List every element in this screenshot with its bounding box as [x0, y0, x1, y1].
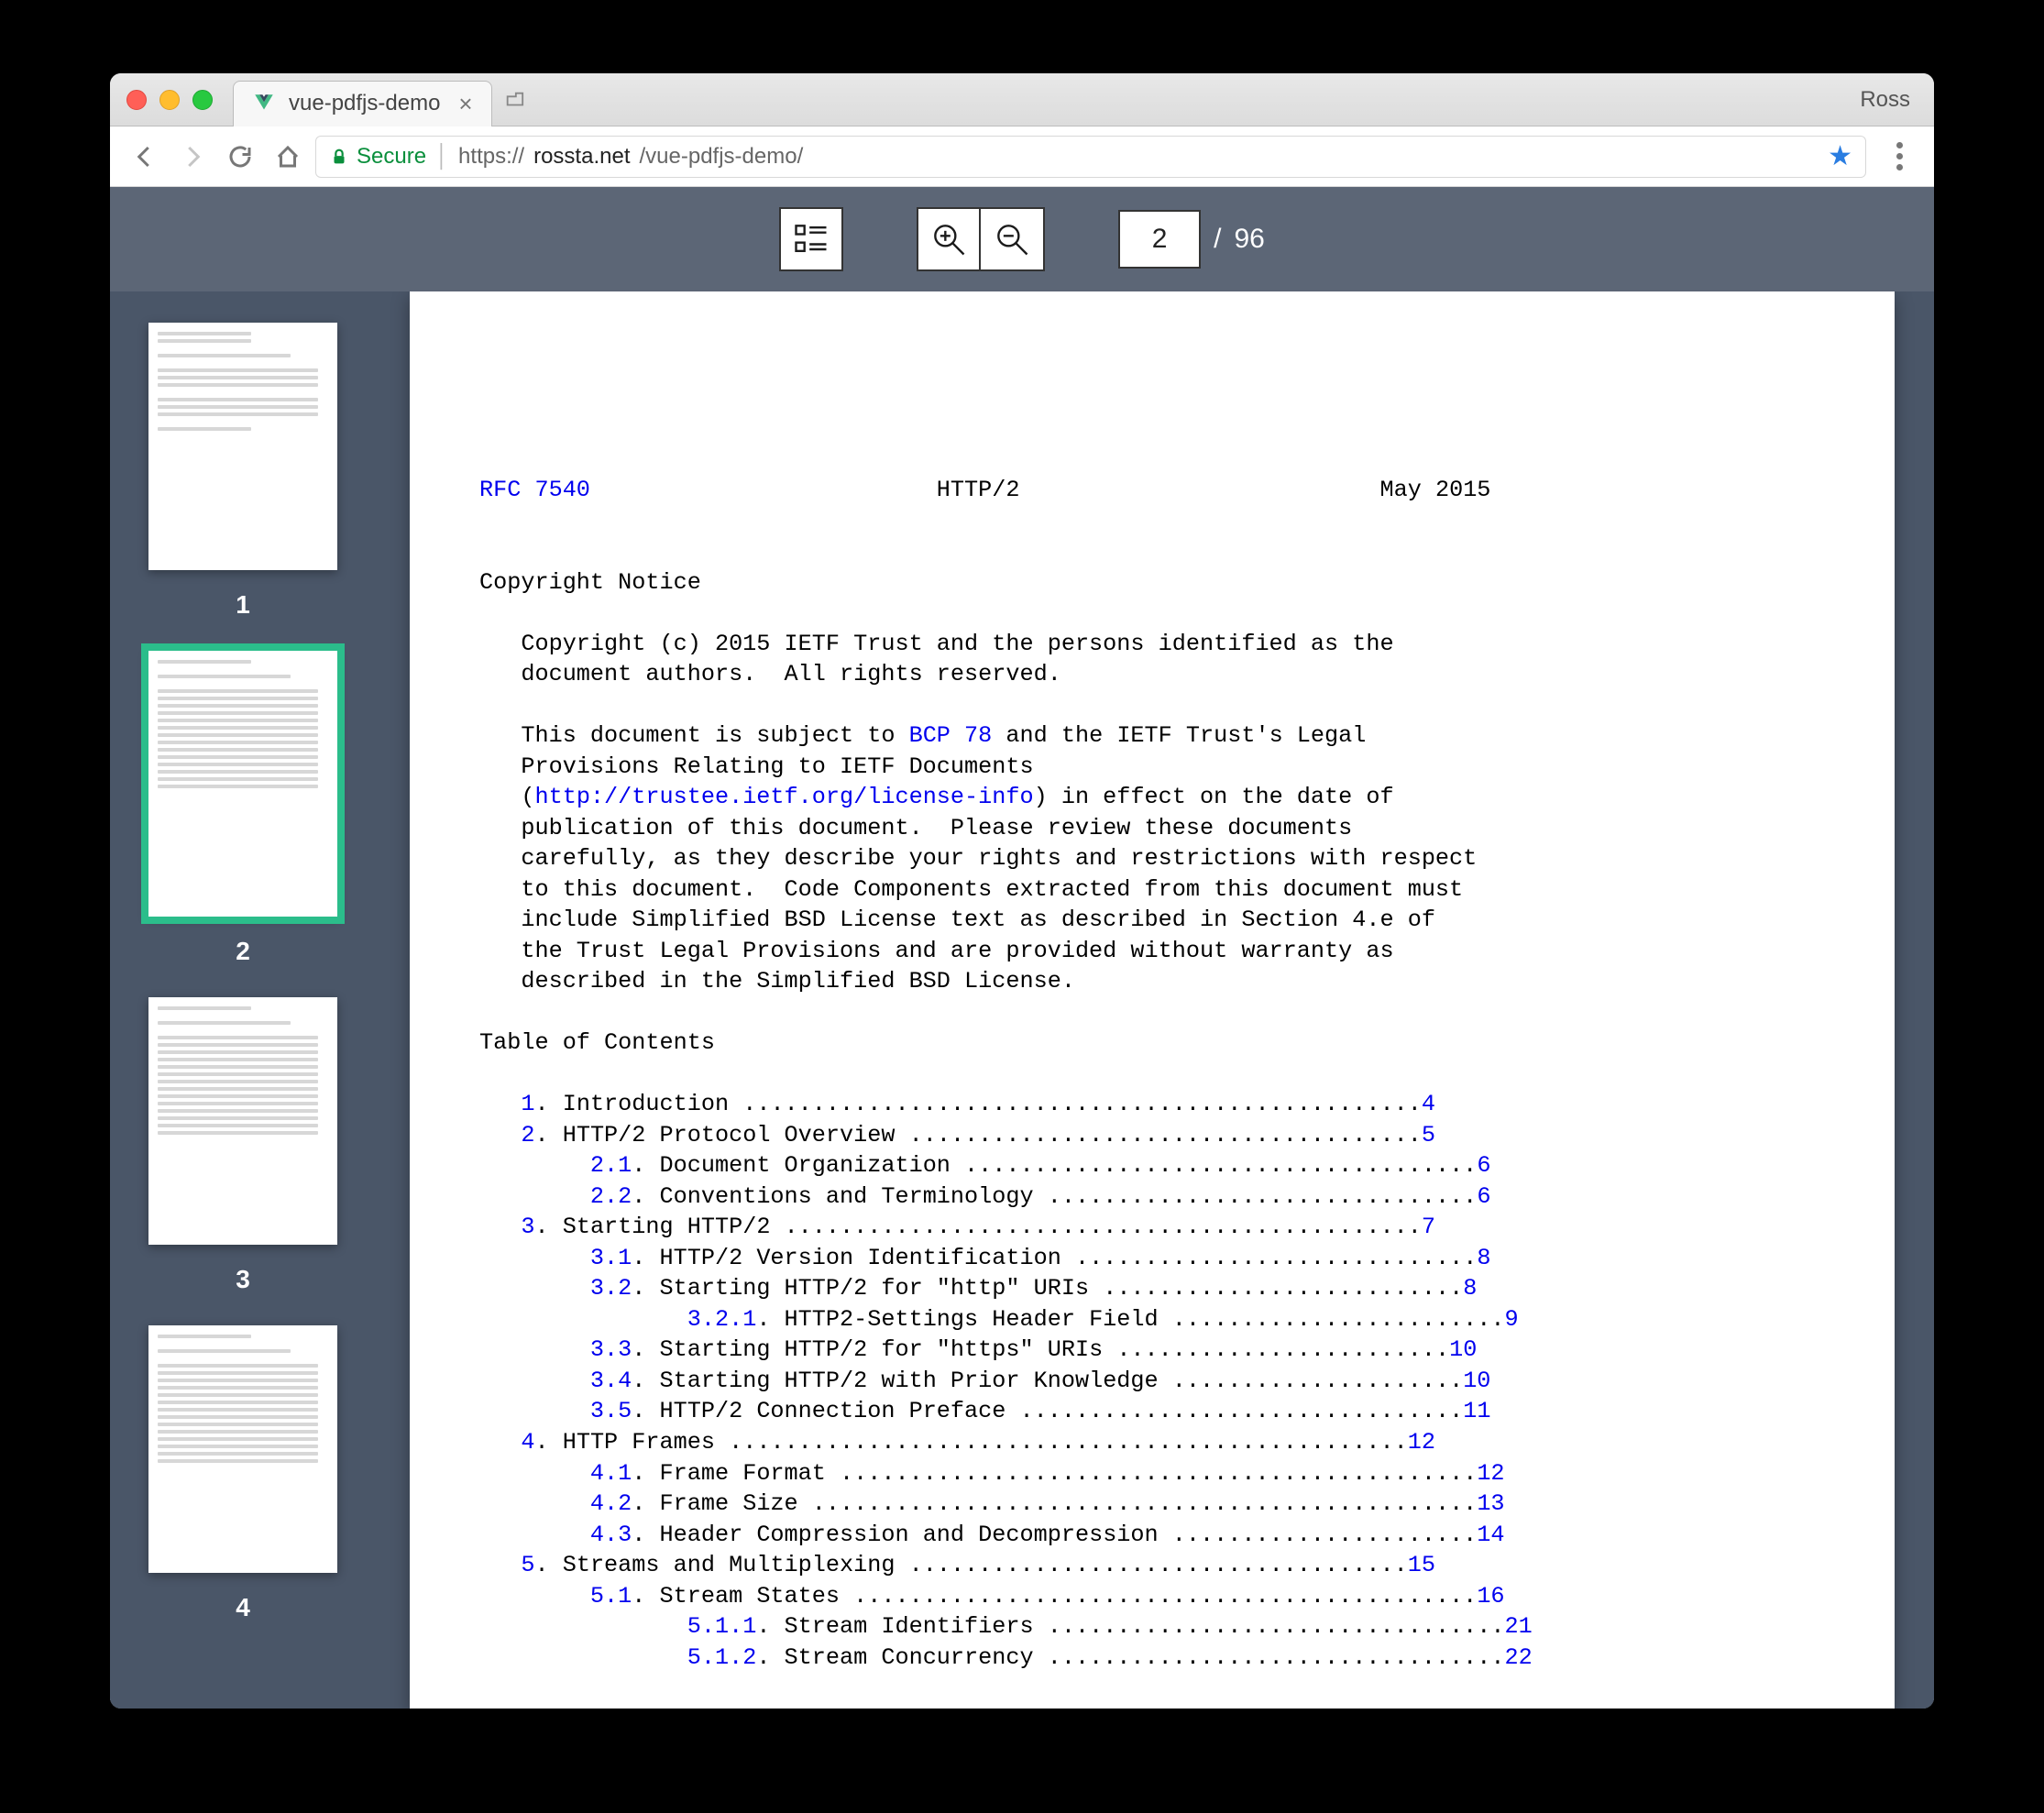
toc-num[interactable]: 3 — [521, 1214, 534, 1240]
license-info-link[interactable]: http://trustee.ietf.org/license-info — [534, 784, 1033, 810]
home-button[interactable] — [268, 137, 308, 177]
zoom-button-group — [917, 207, 1045, 271]
forward-button[interactable] — [172, 137, 213, 177]
thumbnail-label: 2 — [236, 937, 250, 966]
pdf-page: RFC 7540 HTTP/2 May 2015 Copyright Notic… — [410, 291, 1895, 1709]
url-bar[interactable]: Secure │ https:// rossta.net/vue-pdfjs-de… — [315, 136, 1866, 178]
copyright-heading: Copyright Notice — [479, 569, 701, 596]
toc-num[interactable]: 4.2 — [590, 1490, 632, 1517]
current-page-input[interactable] — [1118, 210, 1201, 269]
tab-title: vue-pdfjs-demo — [289, 91, 440, 116]
doc-header-center: HTTP/2 — [937, 477, 1020, 503]
toc-page[interactable]: 10 — [1449, 1336, 1477, 1363]
doc-header-date: May 2015 — [1380, 477, 1491, 503]
rfc-link[interactable]: RFC 7540 — [479, 477, 590, 503]
toc-num[interactable]: 5.1 — [590, 1583, 632, 1610]
thumbnail-page-2[interactable] — [148, 651, 337, 917]
address-bar: Secure │ https:// rossta.net/vue-pdfjs-de… — [110, 126, 1934, 187]
toc-num[interactable]: 3.5 — [590, 1398, 632, 1424]
toc-page[interactable]: 11 — [1463, 1398, 1490, 1424]
toc-page[interactable]: 10 — [1463, 1368, 1490, 1394]
toc-page[interactable]: 12 — [1477, 1460, 1504, 1487]
toc-page[interactable]: 22 — [1505, 1644, 1533, 1671]
thumbnail-page-1[interactable] — [148, 323, 337, 570]
toc-page[interactable]: 16 — [1477, 1583, 1504, 1610]
bookmark-star-icon[interactable]: ★ — [1828, 140, 1852, 172]
window-minimize-button[interactable] — [159, 90, 180, 110]
toc-num[interactable]: 3.4 — [590, 1368, 632, 1394]
toc-num[interactable]: 2.1 — [590, 1152, 632, 1179]
window-traffic-lights — [126, 90, 213, 110]
url-path: /vue-pdfjs-demo/ — [639, 144, 803, 170]
toc-page[interactable]: 12 — [1408, 1429, 1435, 1456]
toc-page[interactable]: 5 — [1422, 1122, 1435, 1148]
total-pages: 96 — [1234, 224, 1264, 255]
page-sep: / — [1214, 224, 1221, 255]
url-separator: │ — [435, 144, 449, 170]
toc-page[interactable]: 4 — [1422, 1091, 1435, 1117]
toc-page[interactable]: 8 — [1477, 1245, 1490, 1271]
toc-page[interactable]: 15 — [1408, 1552, 1435, 1578]
toc-num[interactable]: 3.2 — [590, 1275, 632, 1302]
zoom-out-button[interactable] — [981, 207, 1045, 271]
url-scheme: https:// — [458, 144, 524, 170]
tab-close-icon[interactable]: × — [458, 90, 472, 118]
pdf-viewport[interactable]: RFC 7540 HTTP/2 May 2015 Copyright Notic… — [376, 291, 1934, 1709]
toc-num[interactable]: 4.1 — [590, 1460, 632, 1487]
toc-num[interactable]: 4.3 — [590, 1522, 632, 1548]
bcp78-link[interactable]: BCP 78 — [909, 722, 993, 749]
reload-button[interactable] — [220, 137, 260, 177]
toc-num[interactable]: 3.2.1 — [687, 1306, 757, 1333]
browser-tab[interactable]: vue-pdfjs-demo × — [233, 81, 492, 126]
thumbnail-label: 3 — [236, 1265, 250, 1294]
toc-page[interactable]: 9 — [1505, 1306, 1519, 1333]
toggle-sidebar-button[interactable] — [779, 207, 843, 271]
pdf-viewer-app: / 96 1234 RFC 7540 HTTP/2 May 2015 Copyr… — [110, 187, 1934, 1709]
toc-num[interactable]: 3.1 — [590, 1245, 632, 1271]
toc-page[interactable]: 6 — [1477, 1152, 1490, 1179]
window-zoom-button[interactable] — [192, 90, 213, 110]
toc-page[interactable]: 13 — [1477, 1490, 1504, 1517]
browser-window: vue-pdfjs-demo × Ross Secure │ https:// r… — [110, 73, 1934, 1709]
pdf-toolbar: / 96 — [110, 187, 1934, 291]
thumbnail-label: 4 — [236, 1593, 250, 1622]
window-close-button[interactable] — [126, 90, 147, 110]
toc-num[interactable]: 3.3 — [590, 1336, 632, 1363]
toc-num[interactable]: 5.1.1 — [687, 1613, 757, 1640]
lock-icon — [329, 147, 349, 167]
page-control: / 96 — [1118, 210, 1265, 269]
window-titlebar: vue-pdfjs-demo × Ross — [110, 73, 1934, 126]
toc-num[interactable]: 2 — [521, 1122, 534, 1148]
secure-label: Secure — [357, 144, 426, 170]
thumbnail-label: 1 — [236, 590, 250, 620]
toc-page[interactable]: 6 — [1477, 1183, 1490, 1210]
toc-heading: Table of Contents — [479, 1029, 715, 1056]
browser-menu-button[interactable] — [1879, 137, 1919, 177]
profile-name[interactable]: Ross — [1860, 87, 1918, 113]
new-tab-button[interactable] — [496, 82, 533, 118]
zoom-in-button[interactable] — [917, 207, 981, 271]
toc-page[interactable]: 21 — [1505, 1613, 1533, 1640]
toc-page[interactable]: 8 — [1463, 1275, 1477, 1302]
toc-num[interactable]: 5 — [521, 1552, 534, 1578]
thumbnail-sidebar[interactable]: 1 2 3 4 — [110, 291, 376, 1709]
toc-num[interactable]: 5.1.2 — [687, 1644, 757, 1671]
back-button[interactable] — [125, 137, 165, 177]
thumbnail-page-3[interactable] — [148, 997, 337, 1245]
toc-num[interactable]: 2.2 — [590, 1183, 632, 1210]
pdf-split: 1234 RFC 7540 HTTP/2 May 2015 Copyright … — [110, 291, 1934, 1709]
vue-favicon-icon — [252, 92, 276, 115]
toc-page[interactable]: 7 — [1422, 1214, 1435, 1240]
thumbnail-page-4[interactable] — [148, 1325, 337, 1573]
toc-page[interactable]: 14 — [1477, 1522, 1504, 1548]
url-host: rossta.net — [533, 144, 630, 170]
toc-num[interactable]: 4 — [521, 1429, 534, 1456]
secure-indicator: Secure — [329, 144, 426, 170]
toc-num[interactable]: 1 — [521, 1091, 534, 1117]
